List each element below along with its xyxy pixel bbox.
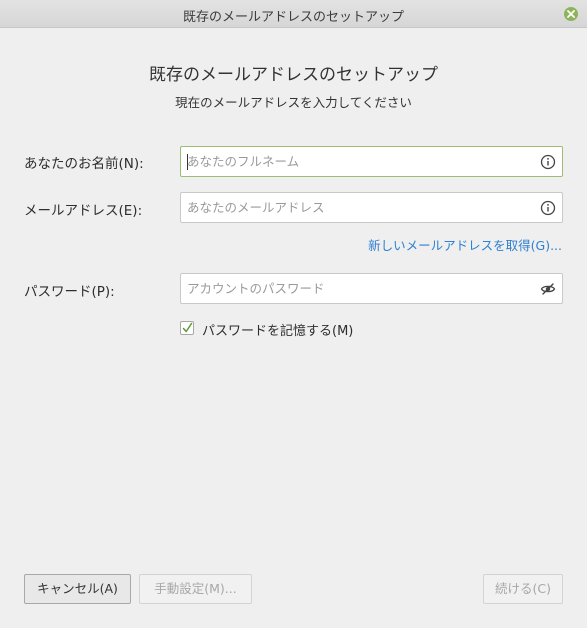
- eye-slash-icon[interactable]: [540, 281, 556, 297]
- close-window-button[interactable]: [564, 7, 578, 21]
- name-label: あなたのお名前(N):: [24, 156, 144, 172]
- checkmark-icon: [182, 322, 193, 333]
- text-caret: [187, 154, 188, 170]
- name-field[interactable]: [180, 146, 563, 177]
- get-new-email-link[interactable]: 新しいメールアドレスを取得(G)...: [368, 235, 562, 254]
- email-input[interactable]: [187, 193, 527, 222]
- password-input[interactable]: [187, 274, 527, 303]
- remember-password-label[interactable]: パスワードを記憶する(M): [202, 320, 353, 339]
- page-subtitle: 現在のメールアドレスを入力してください: [175, 95, 412, 110]
- password-field[interactable]: [180, 273, 563, 304]
- info-icon[interactable]: [540, 154, 556, 170]
- page-title: 既存のメールアドレスのセットアップ: [149, 65, 438, 85]
- close-icon: [567, 10, 575, 18]
- title-bar: 既存のメールアドレスのセットアップ: [0, 0, 587, 28]
- window-title: 既存のメールアドレスのセットアップ: [182, 10, 404, 25]
- manual-config-button[interactable]: 手動設定(M)...: [139, 574, 252, 604]
- email-label: メールアドレス(E):: [24, 203, 143, 219]
- name-input[interactable]: [187, 147, 527, 176]
- cancel-button[interactable]: キャンセル(A): [24, 574, 131, 604]
- remember-password-checkbox[interactable]: [180, 321, 194, 335]
- password-label: パスワード(P):: [24, 284, 115, 300]
- email-field[interactable]: [180, 192, 563, 223]
- continue-button[interactable]: 続ける(C): [483, 574, 563, 604]
- info-icon[interactable]: [540, 200, 556, 216]
